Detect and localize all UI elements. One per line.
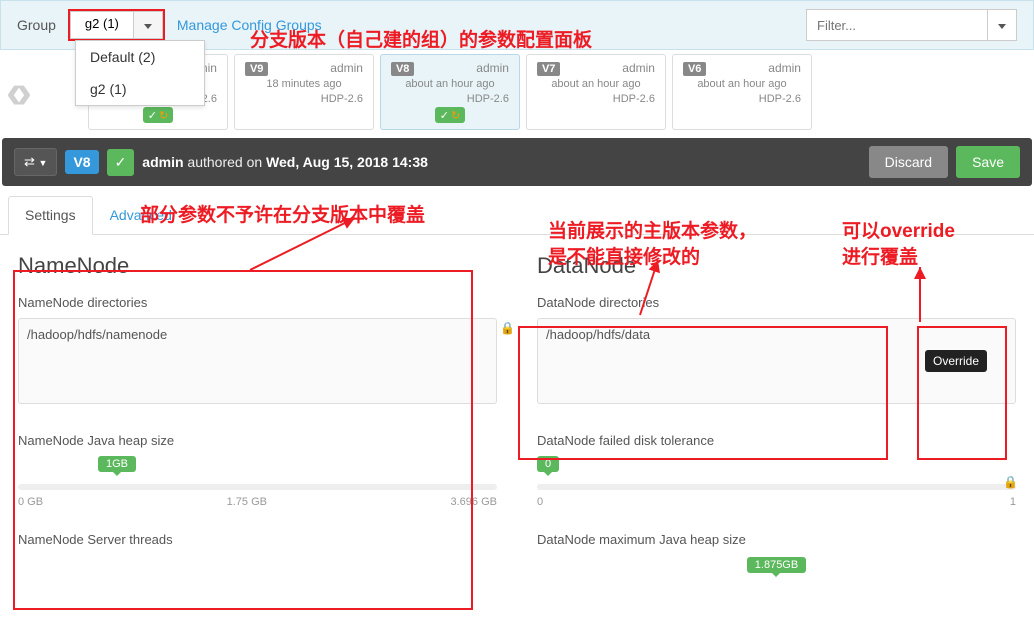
group-option-g2[interactable]: g2 (1)	[76, 73, 204, 105]
version-badge: V8	[391, 62, 414, 76]
slider-value-badge: 1GB	[98, 456, 136, 472]
version-card[interactable]: V6 admin about an hour ago HDP-2.6	[672, 54, 812, 130]
datanode-fail-label: DataNode failed disk tolerance	[537, 433, 1016, 448]
version-hdp: HDP-2.6	[683, 93, 801, 105]
slider-min: 0	[537, 496, 543, 508]
compare-button[interactable]: ⇄ ▼	[14, 148, 57, 176]
datanode-section: DataNode DataNode directories DataNode f…	[537, 253, 1016, 597]
check-refresh-icon: ✓↻	[143, 107, 173, 123]
version-hdp: HDP-2.6	[537, 93, 655, 105]
group-dropdown[interactable]: g2 (1)	[68, 9, 165, 41]
version-time: about an hour ago	[537, 78, 655, 90]
chevron-down-icon	[144, 24, 152, 29]
namenode-dirs-label: NameNode directories	[18, 295, 497, 310]
version-time: 18 minutes ago	[245, 78, 363, 90]
group-option-default[interactable]: Default (2)	[76, 41, 204, 73]
override-tooltip: Override	[925, 350, 987, 372]
group-dropdown-selected[interactable]: g2 (1)	[70, 11, 134, 39]
save-button[interactable]: Save	[956, 146, 1020, 178]
annotation-1: 分支版本（自己建的组）的参数配置面板	[250, 25, 592, 52]
check-icon: ✓	[107, 149, 135, 176]
tab-settings[interactable]: Settings	[8, 196, 93, 235]
version-user: admin	[768, 61, 801, 75]
version-badge: V7	[537, 62, 560, 76]
annotation-4a: 可以override	[842, 216, 955, 243]
version-badge: V6	[683, 62, 706, 76]
version-card[interactable]: V8 admin about an hour ago HDP-2.6 ✓↻	[380, 54, 520, 130]
namenode-heap-slider[interactable]: 1GB 0 GB 1.75 GB 3.696 GB	[18, 456, 497, 508]
slider-min: 0 GB	[18, 496, 43, 508]
version-card[interactable]: V7 admin about an hour ago HDP-2.6	[526, 54, 666, 130]
current-version-badge: V8	[65, 150, 98, 174]
namenode-title: NameNode	[18, 253, 497, 279]
annotation-4b: 进行覆盖	[842, 242, 918, 269]
slider-max: 1	[1010, 496, 1016, 508]
group-dropdown-menu: Default (2) g2 (1)	[75, 40, 205, 106]
chevron-down-icon	[998, 24, 1006, 29]
slider-value-badge: 1.875GB	[747, 557, 806, 573]
version-badge: V9	[245, 62, 268, 76]
namenode-dirs-input[interactable]	[18, 318, 497, 404]
version-time: about an hour ago	[683, 78, 801, 90]
version-time: about an hour ago	[391, 78, 509, 90]
version-user: admin	[476, 61, 509, 75]
version-card[interactable]: V9 admin 18 minutes ago HDP-2.6	[234, 54, 374, 130]
filter-dropdown-toggle[interactable]	[987, 10, 1016, 40]
lock-icon: 🔒	[1003, 475, 1018, 489]
current-version-bar: ⇄ ▼ V8 ✓ admin authored on Wed, Aug 15, …	[2, 138, 1032, 186]
namenode-section: NameNode NameNode directories 🔒 NameNode…	[18, 253, 497, 597]
filter-combo[interactable]	[806, 9, 1017, 41]
override-widget: Override +	[925, 350, 941, 372]
namenode-heap-label: NameNode Java heap size	[18, 433, 497, 448]
version-user: admin	[622, 61, 655, 75]
lock-icon: 🔒	[500, 321, 515, 335]
namenode-threads-label: NameNode Server threads	[18, 532, 497, 547]
discard-button[interactable]: Discard	[869, 146, 948, 178]
config-sections: NameNode NameNode directories 🔒 NameNode…	[0, 235, 1034, 615]
slider-value-badge: 0	[537, 456, 559, 472]
author-date: Wed, Aug 15, 2018 14:38	[266, 154, 428, 170]
next-version-arrow[interactable]: ›	[12, 65, 36, 120]
check-refresh-icon: ✓↻	[435, 107, 465, 123]
datanode-dirs-label: DataNode directories	[537, 295, 1016, 310]
datanode-fail-slider[interactable]: 0 0 1	[537, 456, 1016, 508]
filter-input[interactable]	[807, 10, 987, 40]
group-dropdown-toggle[interactable]	[134, 11, 163, 39]
version-hdp: HDP-2.6	[245, 93, 363, 105]
slider-mid: 1.75 GB	[227, 496, 267, 508]
annotation-3a: 当前展示的主版本参数，	[548, 216, 757, 243]
annotation-2: 部分参数不予许在分支版本中覆盖	[140, 200, 425, 227]
version-hdp: HDP-2.6	[391, 93, 509, 105]
slider-max: 3.696 GB	[451, 496, 497, 508]
version-user: admin	[330, 61, 363, 75]
datanode-heap-label: DataNode maximum Java heap size	[537, 532, 1016, 547]
authored-text: admin authored on Wed, Aug 15, 2018 14:3…	[142, 154, 428, 170]
group-label: Group	[17, 17, 56, 33]
author-name: admin	[142, 154, 183, 170]
annotation-3b: 是不能直接修改的	[548, 242, 700, 269]
